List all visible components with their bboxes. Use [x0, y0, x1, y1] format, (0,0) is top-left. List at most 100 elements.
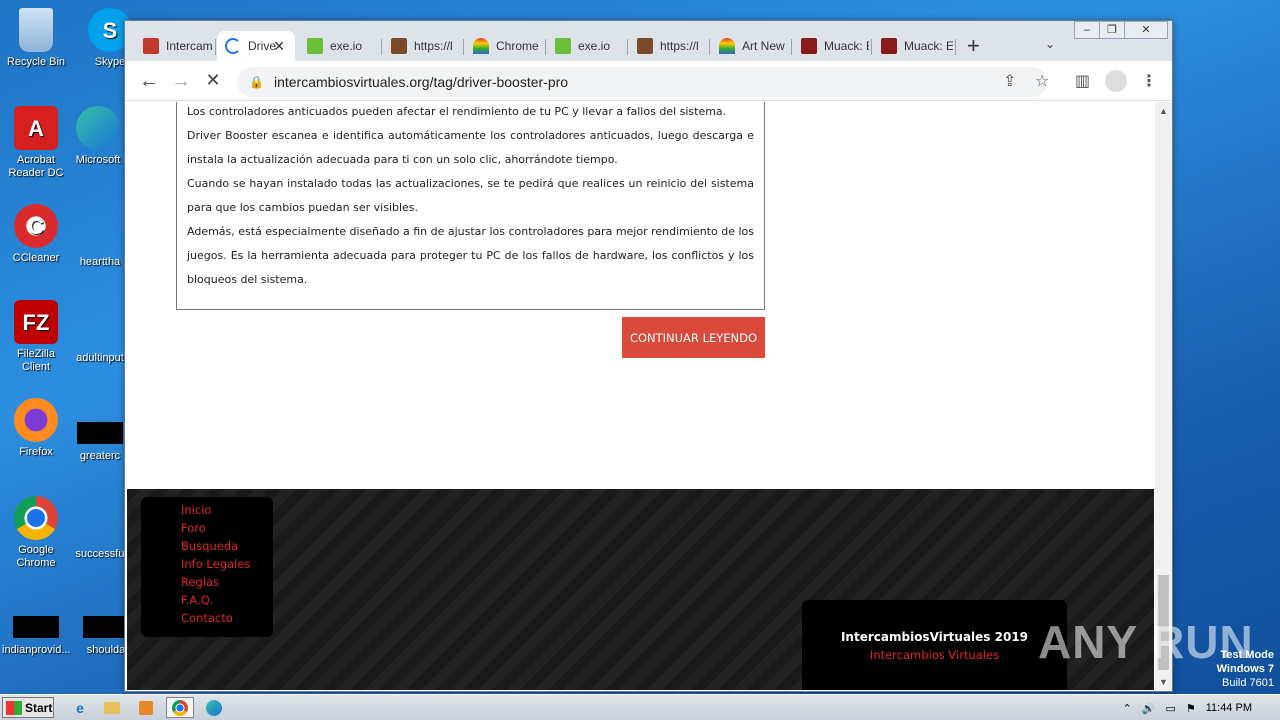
page-scrollbar[interactable]: ▲ ▼: [1155, 102, 1172, 690]
stop-loading-button[interactable]: ✕: [201, 70, 225, 91]
tab-title: Intercam: [166, 39, 213, 53]
desktop-icon-acrobat[interactable]: A Acrobat Reader DC: [2, 106, 70, 180]
tab-title: https://l: [414, 39, 453, 53]
file-icon: [13, 616, 59, 638]
taskbar-ie-icon[interactable]: e: [66, 697, 94, 718]
file-icon: [77, 422, 123, 444]
tab-art-new[interactable]: Art New: [711, 31, 789, 61]
recycle-bin-icon: [19, 8, 53, 52]
article-paragraph: Cuando se hayan instalado todas las actu…: [187, 177, 754, 214]
edge-icon: [76, 106, 120, 150]
address-bar[interactable]: 🔒 intercambiosvirtuales.org/tag/driver-b…: [237, 67, 1047, 97]
tab-title: Art New: [742, 39, 785, 53]
tab-title: exe.io: [578, 39, 611, 53]
footer-link-reglas[interactable]: Reglas: [181, 573, 273, 591]
desktop-icon-filezilla[interactable]: FZ FileZilla Client: [2, 300, 70, 374]
footer-brand-link[interactable]: Intercambios Virtuales: [802, 648, 1067, 662]
tab-muack-1[interactable]: Muack: E: [793, 31, 869, 61]
tab-title: exe.io: [330, 39, 363, 53]
footer-link-inicio[interactable]: Inicio: [181, 501, 273, 519]
continue-reading-button[interactable]: CONTINUAR LEYENDO: [622, 317, 765, 358]
loading-spinner-icon: [225, 38, 241, 54]
tab-title: Muack: E: [904, 39, 953, 53]
filezilla-icon: FZ: [14, 300, 58, 344]
desktop-icon-firefox[interactable]: Firefox: [2, 398, 70, 459]
tab-exe-io-2[interactable]: exe.io: [547, 31, 625, 61]
file-icon: [83, 616, 129, 638]
volume-icon[interactable]: 🔊: [1142, 702, 1156, 715]
show-hidden-icons-icon[interactable]: ⌃: [1123, 702, 1132, 715]
maximize-button[interactable]: ❐: [1099, 21, 1125, 39]
muack-favicon-icon: [881, 38, 897, 54]
taskbar-edge-icon[interactable]: [200, 697, 228, 718]
close-tab-icon[interactable]: ✕: [273, 38, 285, 55]
clock[interactable]: 11:44 PM: [1206, 702, 1252, 714]
desktop-icon-label: CCleaner: [12, 252, 60, 264]
footer-link-faq[interactable]: F.A.Q.: [181, 591, 273, 609]
rainbow-favicon-icon: [719, 38, 735, 54]
build-label: Build 7601: [1222, 677, 1274, 689]
back-button[interactable]: ←: [137, 70, 161, 93]
profile-avatar-icon[interactable]: [1105, 70, 1127, 92]
desktop-icon-chrome[interactable]: Google Chrome: [2, 496, 70, 570]
menu-kebab-icon[interactable]: ⋮: [1141, 71, 1157, 91]
network-icon[interactable]: ▭: [1165, 702, 1175, 715]
desktop-icon-ccleaner[interactable]: C CCleaner: [2, 204, 70, 265]
desktop-icon-label: Recycle Bin: [6, 56, 66, 68]
bookmark-star-icon[interactable]: ☆: [1035, 71, 1049, 91]
desktop-icon-label: Microsoft: [75, 154, 121, 166]
desktop-icon-indianprovid[interactable]: indianprovid...: [2, 606, 71, 657]
scroll-up-arrow-icon[interactable]: ▲: [1159, 106, 1168, 116]
taskbar-explorer-icon[interactable]: [98, 697, 126, 718]
chrome-icon: [14, 496, 58, 540]
tab-driver-booster[interactable]: Drive ✕: [217, 31, 295, 61]
muack-favicon-icon: [801, 38, 817, 54]
article-paragraph: Driver Booster escanea e identifica auto…: [187, 129, 754, 166]
tab-title: Muack: E: [824, 39, 869, 53]
action-center-flag-icon[interactable]: ⚑: [1186, 702, 1196, 715]
minimize-button[interactable]: –: [1074, 21, 1100, 39]
tab-intercambios[interactable]: Intercam: [135, 31, 213, 61]
rainbow-favicon-icon: [473, 38, 489, 54]
new-tab-button[interactable]: +: [967, 33, 980, 59]
desktop-icon-recycle-bin[interactable]: Recycle Bin: [2, 8, 70, 69]
article-paragraph: Además, está especialmente diseñado a fi…: [187, 225, 754, 286]
start-button[interactable]: Start: [2, 697, 54, 718]
tab-https-2[interactable]: https://l: [629, 31, 707, 61]
tab-chrome[interactable]: Chrome: [465, 31, 541, 61]
desktop-icon-label: greaterc: [79, 450, 121, 462]
browser-toolbar: ← → ✕ 🔒 intercambiosvirtuales.org/tag/dr…: [125, 61, 1172, 101]
exe-io-favicon-icon: [307, 38, 323, 54]
desktop-icon-edge[interactable]: Microsoft: [64, 106, 132, 167]
close-window-button[interactable]: ✕: [1124, 21, 1168, 39]
tab-title: Chrome: [496, 39, 539, 53]
tab-muack-2[interactable]: Muack: E: [873, 31, 953, 61]
lock-icon: 🔒: [249, 75, 264, 89]
system-tray: ⌃ 🔊 ▭ ⚑ 11:44 PM: [1123, 695, 1280, 720]
ccleaner-icon: C: [14, 204, 58, 248]
side-panel-icon[interactable]: ▥: [1075, 71, 1090, 91]
desktop-icon-label: indianprovid...: [2, 644, 71, 656]
footer-link-contacto[interactable]: Contacto: [181, 609, 273, 627]
desktop-icon-label: shoulda: [86, 644, 126, 656]
os-label: Windows 7: [1216, 663, 1274, 675]
desktop-icon-label: Skype: [94, 56, 126, 68]
footer-link-busqueda[interactable]: Busqueda: [181, 537, 273, 555]
taskbar-media-player-icon[interactable]: [132, 697, 160, 718]
taskbar-chrome-icon[interactable]: [166, 697, 194, 718]
footer-link-info-legales[interactable]: Info Legales: [181, 555, 273, 573]
tab-title: Drive: [248, 39, 277, 53]
desktop-icon-label: successfu: [75, 548, 125, 560]
share-icon[interactable]: ⇪: [1003, 71, 1016, 91]
scroll-down-arrow-icon[interactable]: ▼: [1159, 677, 1168, 687]
site-favicon-icon: [637, 38, 653, 54]
footer-link-foro[interactable]: Foro: [181, 519, 273, 537]
forward-button[interactable]: →: [169, 70, 193, 93]
tab-https-1[interactable]: https://l: [383, 31, 461, 61]
footer-brand-title: IntercambiosVirtuales 2019: [840, 630, 1029, 644]
desktop-icon-label: hearttha: [79, 256, 121, 268]
tab-exe-io-1[interactable]: exe.io: [299, 31, 377, 61]
window-controls: – ❐ ✕: [1074, 21, 1168, 39]
tab-strip: Intercam Drive ✕ exe.io https://l Chrome…: [125, 21, 1172, 61]
tab-search-chevron-icon[interactable]: ⌄: [1045, 37, 1055, 51]
